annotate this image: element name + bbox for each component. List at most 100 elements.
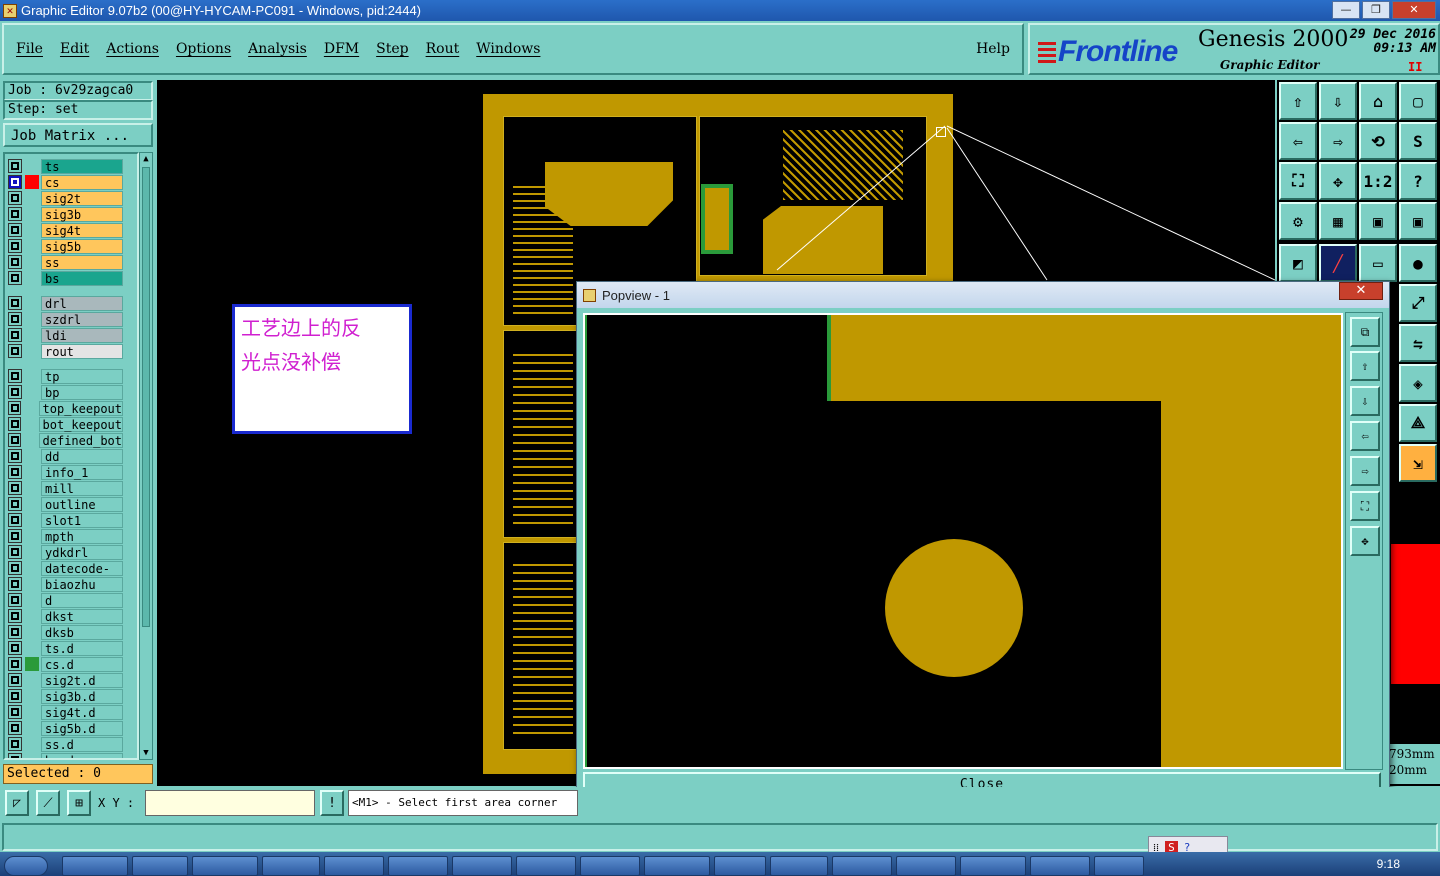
layer-name[interactable]: ts xyxy=(41,158,123,174)
menu-windows[interactable]: Windows xyxy=(476,41,540,57)
layer-checkbox[interactable] xyxy=(8,223,22,237)
layer-name[interactable]: bot_keepout xyxy=(38,416,123,432)
maximize-button[interactable]: ❐ xyxy=(1362,1,1390,19)
layer-checkbox[interactable] xyxy=(8,657,22,671)
taskbar-app[interactable] xyxy=(580,856,640,876)
layer-checkbox[interactable] xyxy=(8,689,22,703)
popview-close-icon[interactable]: ✕ xyxy=(1339,282,1383,300)
layer-name[interactable]: sig2t xyxy=(41,190,123,206)
layer-checkbox[interactable] xyxy=(8,673,22,687)
scroll-up-icon[interactable]: ▲ xyxy=(141,153,151,165)
layer-name[interactable]: bs xyxy=(41,270,123,286)
layer-checkbox[interactable] xyxy=(8,641,22,655)
layer-row-sig4t[interactable]: sig4t xyxy=(8,222,137,238)
taskbar-app[interactable] xyxy=(132,856,188,876)
taskbar-app[interactable] xyxy=(644,856,710,876)
layer-row-dkst[interactable]: dkst xyxy=(8,608,137,624)
pop-fit-icon[interactable]: ⛶ xyxy=(1350,491,1380,521)
help-icon[interactable]: ? xyxy=(1399,162,1437,200)
taskbar-app[interactable] xyxy=(62,856,128,876)
layer-row-ydkdrl[interactable]: ydkdrl xyxy=(8,544,137,560)
grid-icon[interactable]: ▦ xyxy=(1319,202,1357,240)
angle-icon[interactable]: ⟁ xyxy=(1399,404,1437,442)
layer-affected-marker[interactable] xyxy=(25,753,39,758)
layer-row-info_1[interactable]: info_1 xyxy=(8,464,137,480)
layer-checkbox[interactable] xyxy=(8,705,22,719)
layer-row-bot_keepout[interactable]: bot_keepout xyxy=(8,416,137,432)
select-tool-icon[interactable]: ◸ xyxy=(5,790,29,816)
layer-affected-marker[interactable] xyxy=(25,481,39,495)
layer-row-mpth[interactable]: mpth xyxy=(8,528,137,544)
layer-row-ts.d[interactable]: ts.d xyxy=(8,640,137,656)
layer-affected-marker[interactable] xyxy=(25,737,39,751)
layer-name[interactable]: ldi xyxy=(41,327,123,343)
layer-checkbox[interactable] xyxy=(8,753,22,758)
layer-name[interactable]: mill xyxy=(41,480,123,496)
layer-checkbox[interactable] xyxy=(8,433,21,447)
grid-snap-icon[interactable]: ⊞ xyxy=(67,790,91,816)
layer-row-sig3b[interactable]: sig3b xyxy=(8,206,137,222)
pop-pan-up-icon[interactable]: ⇧ xyxy=(1350,351,1380,381)
layer-row-top_keepout[interactable]: top_keepout xyxy=(8,400,137,416)
layer-name[interactable]: sig5b xyxy=(41,238,123,254)
layer-affected-marker[interactable] xyxy=(25,657,39,671)
fit-icon[interactable]: ⛶ xyxy=(1279,162,1317,200)
layers-color-icon[interactable]: ▣ xyxy=(1359,202,1397,240)
job-matrix-button[interactable]: Job Matrix ... xyxy=(3,123,153,147)
layer-name[interactable]: tp xyxy=(41,368,123,384)
pop-center-icon[interactable]: ✥ xyxy=(1350,526,1380,556)
menu-rout[interactable]: Rout xyxy=(426,41,460,57)
menu-options[interactable]: Options xyxy=(176,41,231,57)
layer-checkbox[interactable] xyxy=(8,593,22,607)
popview-title-bar[interactable]: Popview - 1 ✕ xyxy=(577,282,1389,308)
layer-checkbox[interactable] xyxy=(8,401,21,415)
layer-name[interactable]: drl xyxy=(41,295,123,311)
measure-icon[interactable]: ⤢ xyxy=(1399,284,1437,322)
layer-name[interactable]: ydkdrl xyxy=(41,544,123,560)
layer-name[interactable]: dksb xyxy=(41,624,123,640)
layer-affected-marker[interactable] xyxy=(25,593,39,607)
layer-affected-marker[interactable] xyxy=(25,529,39,543)
layer-row-ss.d[interactable]: ss.d xyxy=(8,736,137,752)
layer-name[interactable]: sig4t.d xyxy=(41,704,123,720)
pan-up-icon[interactable]: ⇧ xyxy=(1279,82,1317,120)
route-icon[interactable]: ⇲ xyxy=(1399,444,1437,482)
layer-name[interactable]: szdrl xyxy=(41,311,123,327)
layer-checkbox[interactable] xyxy=(8,271,22,285)
close-window-button[interactable]: ✕ xyxy=(1392,1,1436,19)
layer-list-scrollbar[interactable]: ▲ ▼ xyxy=(139,152,153,760)
layer-checkbox[interactable] xyxy=(8,369,22,383)
layer-checkbox[interactable] xyxy=(8,465,22,479)
taskbar-app[interactable] xyxy=(452,856,512,876)
layer-name[interactable]: mpth xyxy=(41,528,123,544)
layer-affected-marker[interactable] xyxy=(25,513,39,527)
taskbar-app[interactable] xyxy=(960,856,1026,876)
layer-row-bs.d[interactable]: bs.d xyxy=(8,752,137,758)
layer-checkbox[interactable] xyxy=(8,417,21,431)
layer-row-defined_bot[interactable]: defined_bot xyxy=(8,432,137,448)
layer-row-dksb[interactable]: dksb xyxy=(8,624,137,640)
pan-down-icon[interactable]: ⇩ xyxy=(1319,82,1357,120)
layer-affected-marker[interactable] xyxy=(25,191,39,205)
layer-row-biaozhu[interactable]: biaozhu xyxy=(8,576,137,592)
layer-checkbox[interactable] xyxy=(8,497,22,511)
taskbar-app[interactable] xyxy=(262,856,320,876)
layer-checkbox[interactable] xyxy=(8,513,22,527)
layer-affected-marker[interactable] xyxy=(25,449,39,463)
layer-row-slot1[interactable]: slot1 xyxy=(8,512,137,528)
pad-icon[interactable]: ● xyxy=(1399,244,1437,282)
scale-icon[interactable]: 1:2 xyxy=(1359,162,1397,200)
layer-name[interactable]: dd xyxy=(41,448,123,464)
layer-affected-marker[interactable] xyxy=(25,705,39,719)
layer-affected-marker[interactable] xyxy=(25,465,39,479)
layer-checkbox[interactable] xyxy=(8,385,22,399)
layer-row-sig3b.d[interactable]: sig3b.d xyxy=(8,688,137,704)
layer-name[interactable]: sig4t xyxy=(41,222,123,238)
window-icon[interactable]: ▢ xyxy=(1399,82,1437,120)
layer-row-ldi[interactable]: ldi xyxy=(8,327,137,343)
layer-affected-marker[interactable] xyxy=(25,497,39,511)
layer-affected-marker[interactable] xyxy=(25,609,39,623)
layer-checkbox[interactable] xyxy=(8,344,22,358)
layer-row-sig2t.d[interactable]: sig2t.d xyxy=(8,672,137,688)
layer-affected-marker[interactable] xyxy=(25,545,39,559)
